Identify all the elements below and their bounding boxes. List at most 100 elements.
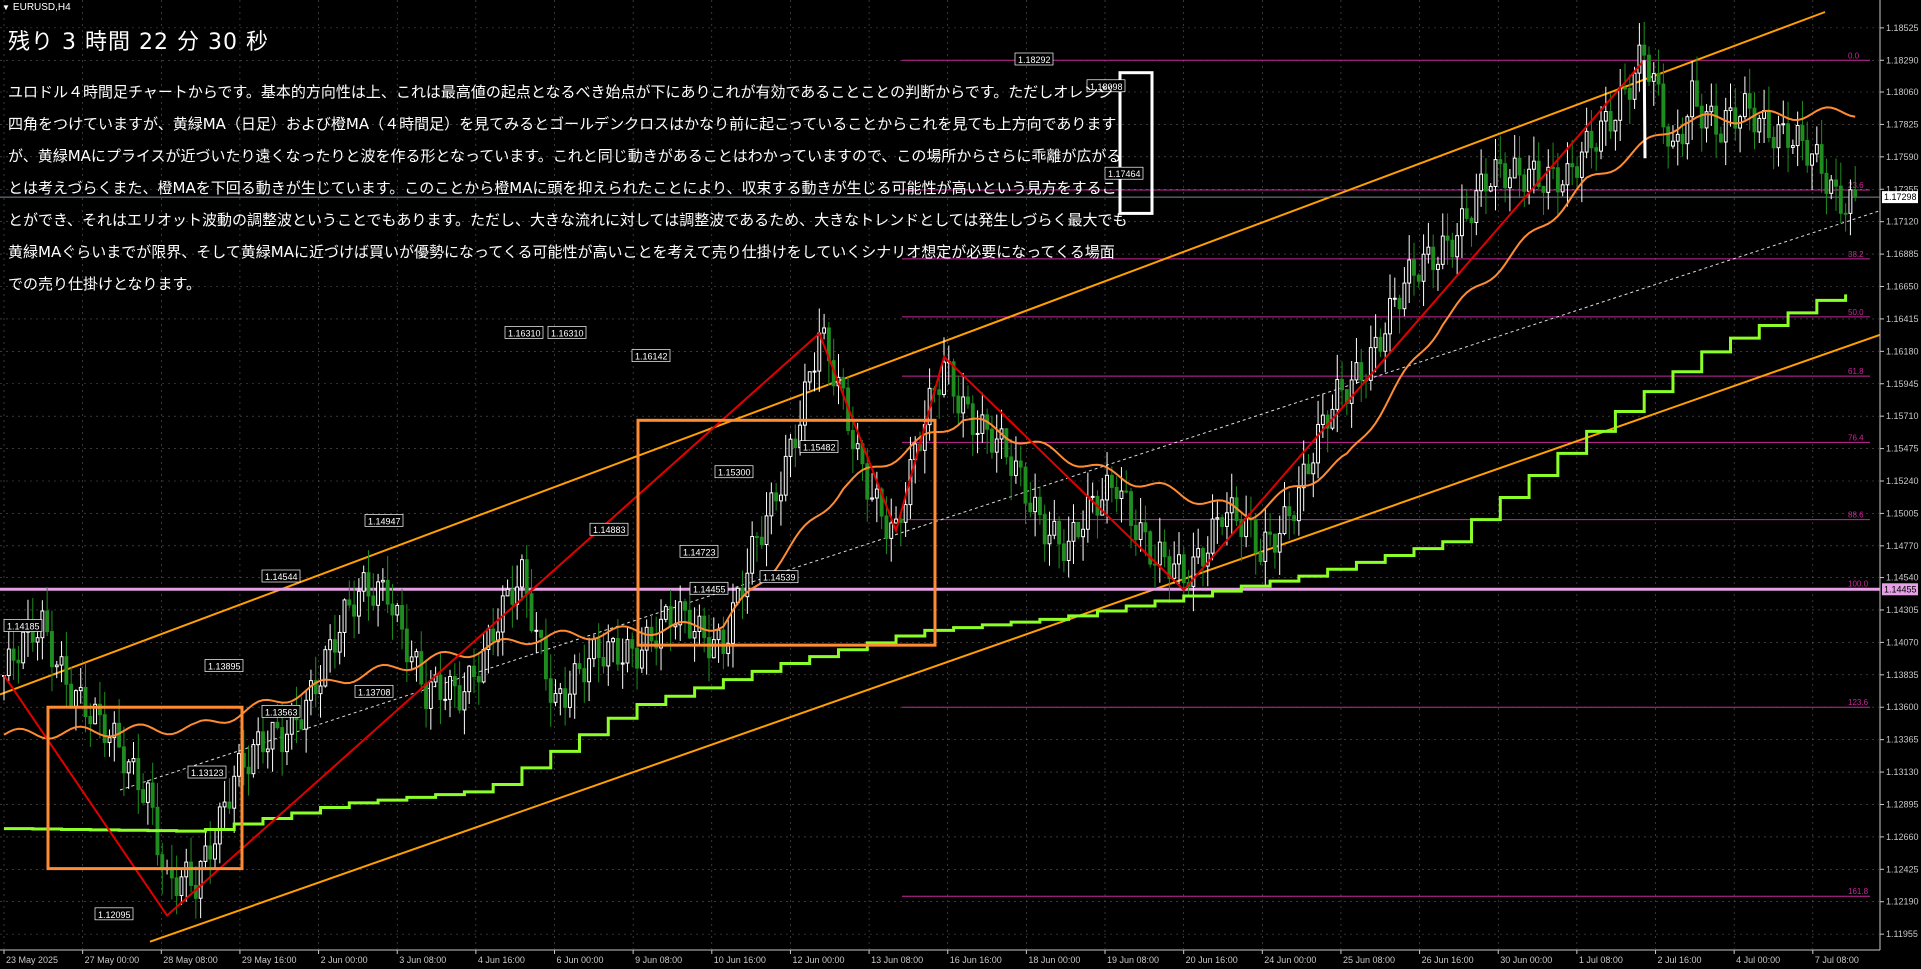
candle-body [1627,87,1632,100]
candle-body [1057,520,1062,545]
candle-body [1081,528,1086,538]
candle-body [45,610,50,633]
candle-body [1805,139,1810,166]
candle-body [850,429,855,450]
x-tick-label: 13 Jun 08:00 [871,955,923,965]
candle-body [1287,506,1292,517]
symbol-timeframe-text: EURUSD,H4 [12,2,71,13]
x-tick-label: 27 May 00:00 [85,955,140,965]
candle-body [759,536,764,546]
candle-body [452,676,457,687]
candle-body [788,438,793,457]
candle-body [419,651,424,685]
x-tick-label: 20 Jun 16:00 [1186,955,1238,965]
dropdown-triangle-icon[interactable]: ▼ [2,3,10,12]
candle-body [1431,246,1436,270]
candle-body [54,664,59,668]
price-label: 1.13563 [265,707,298,717]
candle-body [1018,460,1023,468]
candle-body [1671,140,1675,147]
candle-body [366,572,371,597]
candle-body [582,668,587,683]
candle-body [769,492,774,517]
candle-body [1023,466,1028,504]
candle-body [1819,144,1824,174]
candle-body [1450,239,1455,258]
fib-level-label: 0.0 [1848,51,1860,60]
candle-body [966,396,970,405]
x-tick-label: 3 Jun 08:00 [399,955,446,965]
fib-level-label: 123.6 [1848,698,1869,707]
candle-body [1378,336,1383,352]
y-tick-label: 1.13835 [1886,670,1919,680]
candle-body [1680,133,1685,145]
candle-body [1133,524,1138,540]
chart-window: 1.18525 1.18290 1.18060 1.17825 1.17590 1.173… [0,0,1921,969]
candle-body [1191,556,1196,587]
candle-body [1349,379,1354,404]
candle-body [1009,456,1014,476]
candle-body [1421,253,1426,282]
price-label: 1.14883 [593,525,626,535]
candle-body [217,806,222,845]
candle-body [1838,185,1843,214]
candle-body [1666,126,1671,147]
candle-body [1747,93,1752,109]
price-label: 1.15482 [803,443,836,453]
candle-body [1647,54,1651,82]
y-tick-label: 1.14770 [1886,541,1919,551]
candle-body [774,492,779,502]
candle-body [1752,107,1757,133]
candle-body [467,665,472,693]
price-label: 1.14455 [693,584,726,594]
candle-body [304,699,309,730]
candle-body [16,659,21,664]
price-label: 1.12095 [98,910,131,920]
candle-body [520,559,524,588]
candle-body [1253,519,1258,553]
candle-body [222,801,227,808]
price-label: 1.14544 [265,572,298,582]
y-tick-label: 1.15240 [1886,476,1919,486]
candle-body [1795,125,1800,147]
candle-body [73,690,78,707]
candle-body [668,606,673,628]
candle-body [563,688,568,708]
candle-body [1555,167,1560,193]
candle-body [601,657,606,667]
candle-body [1033,496,1038,513]
candle-body [1853,189,1858,198]
x-tick-label: 10 Jun 16:00 [714,955,766,965]
candle-body [1306,463,1311,475]
y-tick-label: 1.12895 [1886,799,1919,809]
candle-body [361,572,366,592]
candle-body [1675,133,1680,142]
candle-body [807,371,812,383]
candle-body [1690,80,1695,118]
candle-body [189,861,193,886]
candle-body [567,693,572,708]
candle-body [620,662,625,665]
x-tick-label: 18 Jun 00:00 [1028,955,1080,965]
candle-body [1527,168,1532,192]
candle-body [1426,246,1431,255]
fib-level-label: 76.4 [1848,433,1864,442]
candle-body [1479,173,1484,192]
price-label: 1.16310 [508,328,541,338]
candle-body [1109,474,1114,488]
price-label: 1.14723 [683,547,716,557]
fib-level-label: 38.2 [1848,250,1864,259]
candle-body [1455,235,1460,258]
candle-body [1402,282,1407,310]
support-price-text: 1.14455 [1884,584,1917,594]
candle-body [481,648,486,683]
x-tick-label: 6 Jun 00:00 [557,955,604,965]
candle-body [208,845,213,860]
price-label: 1.16310 [551,328,584,338]
x-tick-label: 2 Jul 16:00 [1658,955,1702,965]
candle-body [371,595,376,606]
candle-body [1282,506,1287,535]
candle-body [1244,518,1249,538]
candle-body [1685,116,1690,145]
candle-body [1162,541,1167,558]
